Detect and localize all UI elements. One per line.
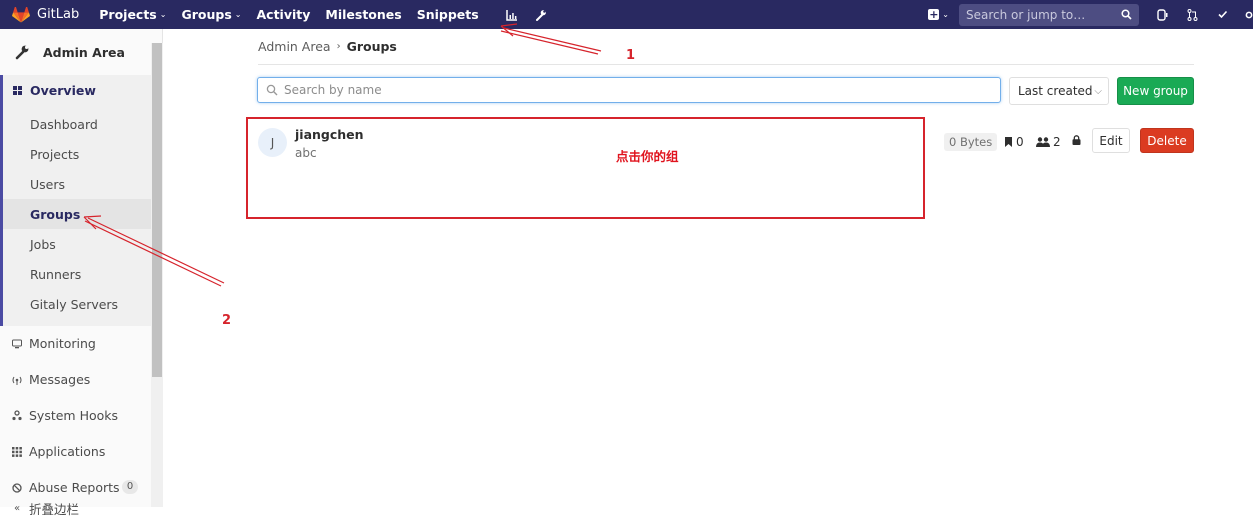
visibility-status: [1072, 135, 1084, 145]
sidebar-item-abuse-reports[interactable]: Abuse Reports: [11, 480, 120, 495]
sidebar-item-dashboard[interactable]: Dashboard: [30, 117, 98, 132]
sort-dropdown[interactable]: Last created ⌵: [1009, 77, 1109, 105]
monitoring-label: Monitoring: [29, 336, 96, 351]
plus-square-icon: +: [928, 8, 940, 21]
sidebar-title: Admin Area: [43, 44, 125, 60]
bookmark-icon: [1005, 137, 1012, 147]
monitor-icon: [11, 338, 23, 350]
abuse-reports-count: 0: [122, 480, 138, 494]
messages-label: Messages: [29, 372, 91, 387]
nav-snippets-label: Snippets: [416, 7, 479, 22]
edit-group-button[interactable]: Edit: [1092, 128, 1130, 153]
sidebar-item-messages[interactable]: Messages: [11, 372, 90, 387]
lock-icon: [1072, 135, 1081, 145]
member-count-value: 2: [1053, 135, 1061, 149]
chevron-down-icon: ⌄: [234, 10, 242, 19]
search-icon: [1121, 9, 1132, 20]
applications-label: Applications: [29, 444, 106, 459]
merge-request-icon[interactable]: [1185, 8, 1199, 22]
storage-size-badge: 0 Bytes: [944, 133, 998, 151]
sidebar-item-jobs[interactable]: Jobs: [30, 237, 56, 252]
nav-milestones[interactable]: Milestones: [325, 7, 401, 22]
admin-sidebar: Admin Area Overview Dashboard Projects U…: [0, 29, 163, 517]
divider: [258, 64, 1194, 65]
new-group-button[interactable]: New group: [1117, 77, 1194, 105]
group-search-input[interactable]: [284, 83, 984, 97]
chevron-right-icon: ›: [336, 41, 341, 52]
nav-snippets[interactable]: Snippets: [417, 7, 479, 22]
nav-activity-label: Activity: [256, 7, 311, 22]
chevron-down-icon: ⌄: [159, 10, 167, 19]
collapse-sidebar-button[interactable]: « 折叠边栏: [11, 499, 79, 518]
broadcast-icon: [11, 374, 23, 386]
new-dropdown-button[interactable]: + ⌄: [928, 9, 949, 20]
breadcrumb: Admin Area › Groups: [258, 39, 397, 54]
sidebar-item-gitaly-servers[interactable]: Gitaly Servers: [30, 297, 118, 312]
abuse-icon: [11, 482, 23, 494]
delete-group-button[interactable]: Delete: [1140, 128, 1194, 153]
gitlab-logo-icon: [12, 6, 30, 22]
sidebar-item-applications[interactable]: Applications: [11, 444, 105, 459]
sidebar-header[interactable]: Admin Area: [0, 29, 151, 75]
sidebar-item-runners[interactable]: Runners: [30, 267, 81, 282]
nav-projects[interactable]: Projects ⌄: [99, 7, 166, 22]
sidebar-item-system-hooks[interactable]: System Hooks: [11, 408, 118, 423]
global-search-input[interactable]: Search or jump to…: [959, 3, 1139, 26]
apps-icon: [11, 446, 23, 458]
chevron-double-left-icon: «: [13, 503, 21, 514]
sidebar-overview-section: Overview Dashboard Projects Users Groups…: [0, 75, 151, 326]
chart-icon[interactable]: [504, 7, 520, 23]
sidebar-item-projects[interactable]: Projects: [30, 147, 79, 162]
nav-groups-label: Groups: [181, 7, 232, 22]
chevron-down-icon: ⌄: [942, 10, 949, 19]
gitlab-brand[interactable]: GitLab: [12, 6, 80, 23]
sidebar-item-monitoring[interactable]: Monitoring: [11, 336, 96, 351]
system-hooks-label: System Hooks: [29, 408, 119, 423]
issues-icon[interactable]: [1155, 8, 1169, 22]
member-count: 2: [1036, 135, 1061, 149]
global-search-placeholder: Search or jump to…: [966, 7, 1086, 22]
sidebar-item-users[interactable]: Users: [30, 177, 65, 192]
chevron-down-icon: ⌵: [1094, 85, 1102, 97]
nav-milestones-label: Milestones: [325, 7, 402, 22]
annotation-label-1: 1: [626, 48, 636, 63]
nav-projects-label: Projects: [99, 7, 157, 22]
todo-icon[interactable]: [1215, 8, 1229, 22]
hook-icon: [11, 410, 23, 422]
wrench-icon[interactable]: [533, 7, 549, 23]
sidebar-scrollbar[interactable]: [151, 43, 163, 507]
wrench-icon: [15, 45, 29, 60]
users-icon: [1036, 137, 1050, 147]
abuse-reports-label: Abuse Reports: [29, 480, 120, 495]
breadcrumb-groups[interactable]: Groups: [347, 39, 397, 54]
group-search-field[interactable]: [257, 77, 1001, 103]
collapse-sidebar-label: 折叠边栏: [29, 502, 80, 517]
annotation-label-2: 2: [222, 313, 232, 328]
project-count-value: 0: [1016, 135, 1024, 149]
user-avatar[interactable]: [1245, 8, 1253, 22]
breadcrumb-admin-area[interactable]: Admin Area: [258, 39, 331, 54]
sidebar-item-groups[interactable]: Groups: [30, 207, 80, 222]
brand-name: GitLab: [37, 7, 80, 22]
annotation-note: 点击你的组: [616, 149, 679, 164]
scrollbar-thumb[interactable]: [152, 43, 162, 377]
annotation-highlight-box: [246, 117, 925, 219]
sort-dropdown-label: Last created: [1018, 84, 1093, 98]
project-count: 0: [1004, 135, 1024, 149]
top-navbar: GitLab Projects ⌄ Groups ⌄ Activity Mile…: [0, 0, 1253, 29]
nav-groups[interactable]: Groups ⌄: [181, 7, 241, 22]
grid-icon: [13, 86, 22, 95]
search-icon: [266, 84, 278, 96]
overview-label: Overview: [30, 83, 96, 98]
sidebar-item-overview[interactable]: Overview: [13, 83, 96, 98]
nav-activity[interactable]: Activity: [256, 7, 310, 22]
